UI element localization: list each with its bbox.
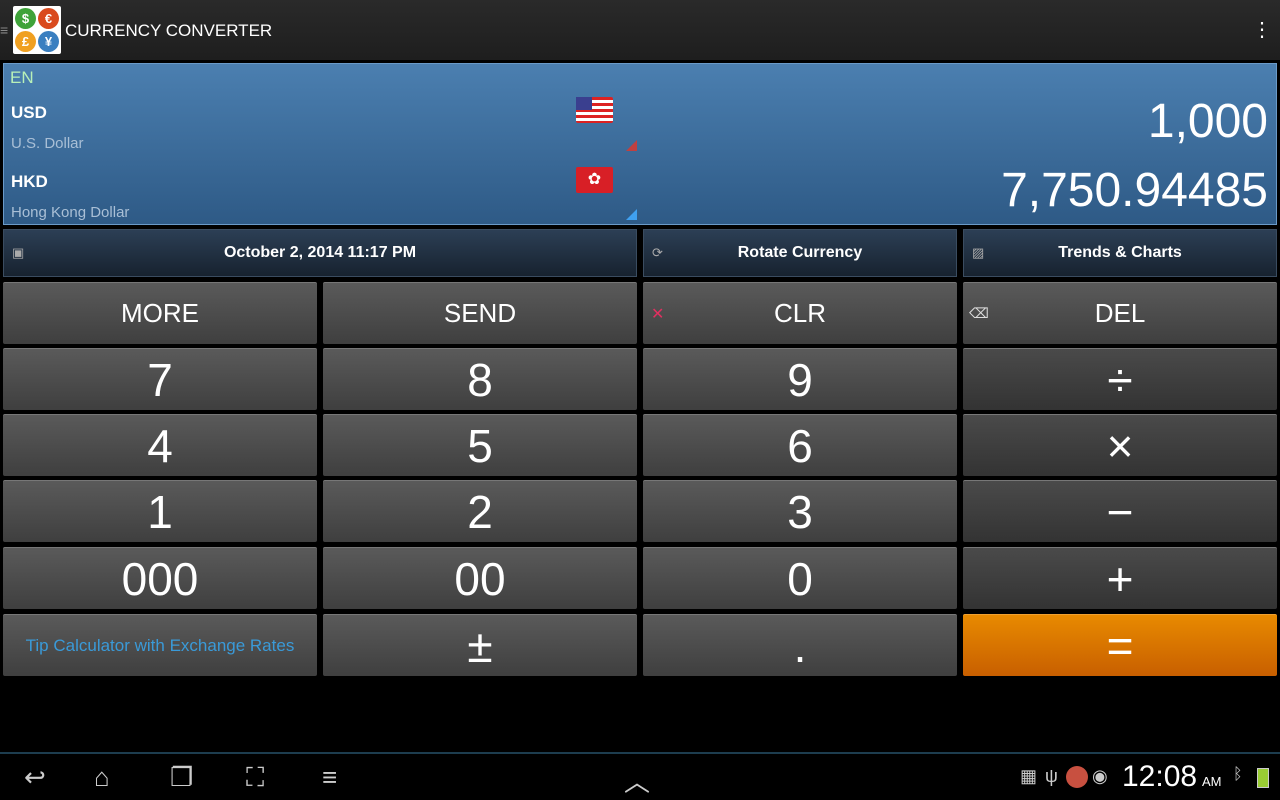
trends-label: Trends & Charts [1058,244,1182,261]
from-amount[interactable]: 1,000 [1148,94,1268,149]
digit-button[interactable]: 3 [643,480,957,542]
clr-label: CLR [773,298,826,328]
operator-button[interactable]: ÷ [963,348,1277,410]
action-bar: ≡ $ € £ ¥ CURRENCY CONVERTER ⋮ [0,0,1280,60]
to-selector-icon[interactable] [626,209,637,220]
calendar-check-icon: ▣ [12,245,25,260]
dollar-coin-icon: $ [15,8,36,29]
system-nav-bar: ↩ ⌂ ❐ ⛶ ≡ ︿ ▦ ψ ◉ 12:08 AM ᛒ [0,752,1280,800]
digit-button[interactable]: 7 [3,348,317,410]
back-icon[interactable]: ↩ [24,762,46,793]
operator-button[interactable]: × [963,414,1277,476]
operator-button[interactable]: − [963,480,1277,542]
to-currency-name: Hong Kong Dollar [11,204,130,221]
clear-x-icon: ✕ [651,305,665,323]
app-title: CURRENCY CONVERTER [65,21,273,40]
to-currency-code[interactable]: HKD [11,172,48,192]
overflow-menu-icon[interactable]: ⋮ [1252,20,1272,40]
digit-button[interactable]: 00 [323,547,637,609]
clr-button[interactable]: ✕ CLR [643,282,957,344]
notification-app-icon[interactable] [1066,766,1088,788]
hk-flag-icon[interactable]: ✿ [576,167,613,193]
drawer-icon[interactable]: ≡ [0,22,8,38]
rotate-label: Rotate Currency [737,244,863,261]
clock-time: 12:08 [1122,760,1198,793]
del-button[interactable]: ⌫ DEL [963,282,1277,344]
digit-button[interactable]: 4 [3,414,317,476]
bluetooth-icon: ᛒ [1233,766,1243,783]
us-flag-icon[interactable] [576,97,613,123]
digit-button[interactable]: 8 [323,348,637,410]
language-label[interactable]: EN [10,68,34,88]
calculator-icon[interactable]: ▦ [1020,766,1037,787]
camera-icon[interactable]: ◉ [1092,766,1108,787]
yen-coin-icon: ¥ [38,31,59,52]
digit-button[interactable]: 2 [323,480,637,542]
usb-icon: ψ [1045,766,1058,786]
screenshot-icon[interactable]: ⛶ [246,762,264,794]
recent-apps-icon[interactable]: ❐ [170,762,193,793]
date-button[interactable]: ▣ October 2, 2014 11:17 PM [3,229,637,277]
send-button[interactable]: SEND [323,282,637,344]
image-icon: ▨ [972,245,985,260]
digit-button[interactable]: 6 [643,414,957,476]
from-currency-name: U.S. Dollar [11,135,84,152]
equals-button[interactable]: = [963,614,1277,676]
tip-calculator-link[interactable]: Tip Calculator with Exchange Rates [3,614,317,676]
digit-button[interactable]: 0 [643,547,957,609]
clock-ampm: AM [1202,774,1222,789]
del-label: DEL [1094,298,1146,328]
expand-up-icon[interactable]: ︿ [624,762,650,799]
digit-button[interactable]: 5 [323,414,637,476]
euro-coin-icon: € [38,8,59,29]
digit-button[interactable]: 1 [3,480,317,542]
trends-charts-button[interactable]: ▨ Trends & Charts [963,229,1277,277]
more-button[interactable]: MORE [3,282,317,344]
date-label: October 2, 2014 11:17 PM [223,244,417,261]
digit-button[interactable]: 000 [3,547,317,609]
menu-icon[interactable]: ≡ [322,762,337,793]
converter-panel: EN USD U.S. Dollar 1,000 HKD Hong Kong D… [3,63,1277,225]
to-amount[interactable]: 7,750.94485 [1001,163,1268,218]
app-logo: $ € £ ¥ [13,6,61,54]
pound-coin-icon: £ [15,31,36,52]
from-selector-icon[interactable] [626,140,637,151]
plus-minus-button[interactable]: ± [323,614,637,676]
from-currency-code[interactable]: USD [11,103,47,123]
operator-button[interactable]: + [963,547,1277,609]
home-icon[interactable]: ⌂ [94,762,110,793]
rotate-currency-button[interactable]: ⟳ Rotate Currency [643,229,957,277]
refresh-icon: ⟳ [652,245,663,260]
battery-icon [1257,768,1269,788]
backspace-icon: ⌫ [969,305,989,321]
digit-button[interactable]: 9 [643,348,957,410]
decimal-button[interactable]: . [643,614,957,676]
